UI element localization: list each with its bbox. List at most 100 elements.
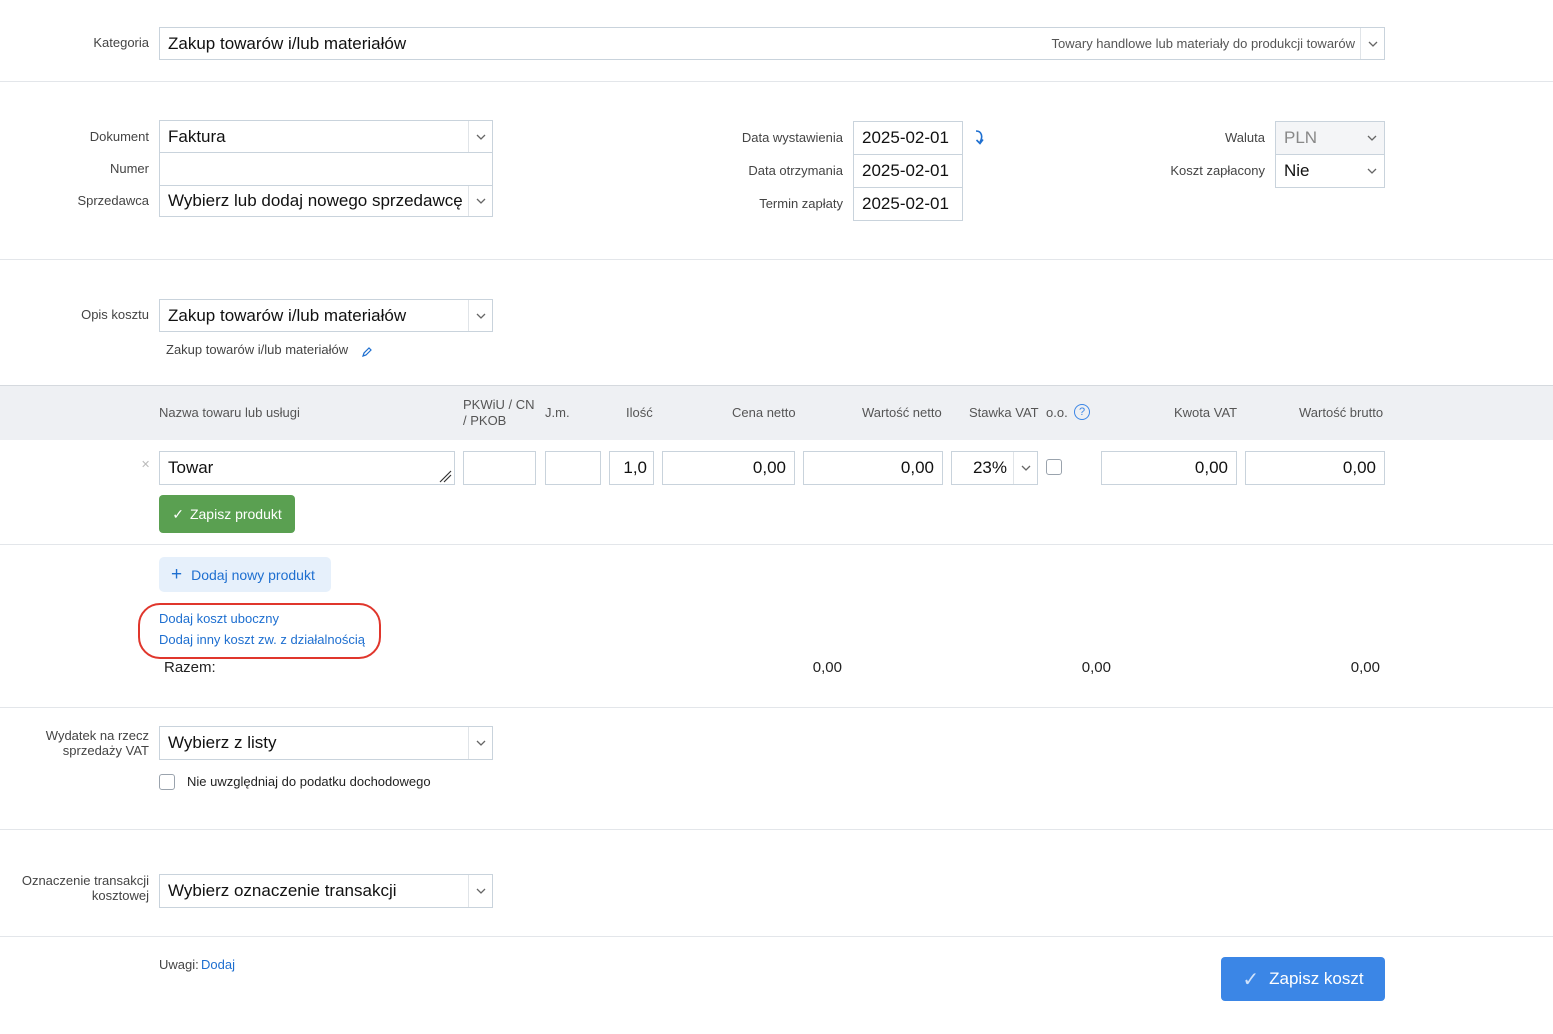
razem-vat: 0,00 (1081, 659, 1111, 676)
wartosc-brutto-input[interactable]: 0,00 (1245, 451, 1385, 485)
wartosc-netto-input[interactable]: 0,00 (803, 451, 943, 485)
col-kwota-vat: Kwota VAT (1174, 405, 1238, 420)
dochodowy-checkbox-label[interactable]: Nie uwzględniaj do podatku dochodowego (187, 774, 431, 789)
uwagi-label: Uwagi: (159, 957, 199, 972)
chevron-down-icon (1360, 122, 1384, 154)
sprzedawca-select[interactable]: Wybierz lub dodaj nowego sprzedawcę (159, 185, 493, 217)
chevron-down-icon (1360, 28, 1384, 59)
kategoria-label: Kategoria (93, 35, 149, 50)
plus-icon: + (171, 564, 183, 585)
ilosc-input[interactable]: 1,0 (609, 451, 654, 485)
wydatek-label-line1: Wydatek na rzecz (45, 728, 149, 743)
pkwiu-input[interactable] (463, 451, 536, 485)
add-product-label: Dodaj nowy produkt (191, 566, 315, 583)
col-jm: J.m. (545, 405, 570, 420)
wartosc-netto-value: 0,00 (900, 458, 934, 477)
kategoria-hint: Towary handlowe lub materiały do produkc… (1051, 36, 1355, 51)
col-wartosc-netto: Wartość netto (862, 405, 942, 420)
data-otrzymania-value: 2025-02-01 (862, 161, 949, 180)
opis-kosztu-value: Zakup towarów i/lub materiałów (168, 305, 407, 325)
save-cost-button[interactable]: ✓ Zapisz koszt (1221, 957, 1385, 1001)
oznaczenie-value: Wybierz oznaczenie transakcji (168, 881, 397, 900)
data-otrzymania-label: Data otrzymania (748, 163, 843, 178)
cena-netto-value: 0,00 (752, 458, 786, 477)
wydatek-select[interactable]: Wybierz z listy (159, 726, 493, 760)
oznaczenie-label-line1: Oznaczenie transakcji (21, 873, 149, 888)
data-otrzymania-input[interactable]: 2025-02-01 (853, 154, 963, 188)
copy-date-arrow-icon[interactable] (972, 129, 986, 147)
oznaczenie-select[interactable]: Wybierz oznaczenie transakcji (159, 874, 493, 908)
stawka-vat-select[interactable]: 23% (951, 451, 1038, 485)
chevron-down-icon (468, 727, 492, 759)
chevron-down-icon (468, 875, 492, 907)
product-name-value: Towar (168, 458, 214, 477)
col-pkwiu-line1: PKWiU / CN (463, 397, 535, 412)
cena-netto-input[interactable]: 0,00 (662, 451, 795, 485)
razem-netto: 0,00 (812, 659, 842, 676)
oznaczenie-label-line2: kosztowej (91, 888, 149, 903)
uwagi-add-link[interactable]: Dodaj (201, 957, 235, 972)
dokument-label: Dokument (89, 129, 149, 144)
edit-pencil-icon[interactable] (361, 345, 373, 357)
opis-kosztu-subtext: Zakup towarów i/lub materiałów (166, 342, 349, 357)
divider (0, 829, 1553, 830)
annotation-red-ellipse (138, 603, 381, 659)
termin-zaplaty-value: 2025-02-01 (862, 194, 949, 213)
dokument-value: Faktura (168, 126, 226, 146)
stawka-vat-value: 23% (972, 458, 1007, 477)
help-question-icon[interactable]: ? (1074, 404, 1090, 420)
dochodowy-checkbox[interactable] (159, 774, 175, 790)
opis-kosztu-label: Opis kosztu (81, 307, 149, 322)
dokument-select[interactable]: Faktura (159, 120, 493, 153)
wartosc-brutto-value: 0,00 (1342, 458, 1376, 477)
waluta-label: Waluta (1225, 130, 1265, 145)
col-stawka-vat: Stawka VAT (969, 405, 1039, 420)
col-oo: o.o. (1046, 405, 1068, 420)
col-ilosc: Ilość (626, 405, 653, 420)
checkmark-icon: ✓ (172, 505, 184, 522)
jm-input[interactable] (545, 451, 601, 485)
col-cena-netto: Cena netto (732, 405, 796, 420)
waluta-select[interactable]: PLN (1275, 121, 1385, 155)
termin-zaplaty-label: Termin zapłaty (759, 196, 843, 211)
col-nazwa: Nazwa towaru lub usługi (159, 405, 300, 420)
resize-handle-icon[interactable] (438, 468, 452, 483)
save-cost-label: Zapisz koszt (1269, 969, 1364, 988)
sprzedawca-label: Sprzedawca (77, 193, 149, 208)
ilosc-value: 1,0 (623, 458, 647, 477)
chevron-down-icon (1013, 452, 1037, 484)
divider (0, 81, 1553, 82)
chevron-down-icon (468, 300, 492, 331)
numer-label: Numer (109, 161, 149, 176)
data-wystawienia-label: Data wystawienia (741, 130, 843, 145)
sprzedawca-value: Wybierz lub dodaj nowego sprzedawcę (168, 191, 463, 210)
kwota-vat-value: 0,00 (1194, 458, 1228, 477)
divider (0, 707, 1553, 708)
oo-checkbox[interactable] (1046, 459, 1062, 475)
data-wystawienia-value: 2025-02-01 (862, 128, 949, 147)
col-pkwiu-line2: / PKOB (463, 413, 507, 428)
kategoria-select[interactable]: Zakup towarów i/lub materiałów Towary ha… (159, 27, 1385, 60)
save-product-label: Zapisz produkt (189, 506, 282, 522)
kwota-vat-input[interactable]: 0,00 (1101, 451, 1237, 485)
numer-input[interactable] (159, 152, 493, 186)
chevron-down-icon (1360, 155, 1384, 187)
waluta-value: PLN (1284, 128, 1318, 147)
add-product-button[interactable]: + Dodaj nowy produkt (159, 557, 331, 592)
data-wystawienia-input[interactable]: 2025-02-01 (853, 121, 963, 155)
razem-brutto: 0,00 (1350, 659, 1380, 676)
wydatek-label-line2: sprzedaży VAT (62, 743, 149, 758)
product-name-textarea[interactable]: Towar (159, 451, 455, 485)
chevron-down-icon (468, 186, 492, 216)
koszt-zaplacony-select[interactable]: Nie (1275, 154, 1385, 188)
remove-row-icon[interactable]: ✕ (141, 458, 150, 471)
chevron-down-icon (468, 121, 492, 152)
termin-zaplaty-input[interactable]: 2025-02-01 (853, 187, 963, 221)
razem-label: Razem: (164, 659, 216, 676)
wydatek-value: Wybierz z listy (168, 733, 277, 752)
save-product-button[interactable]: ✓ Zapisz produkt (159, 495, 295, 533)
koszt-zaplacony-label: Koszt zapłacony (1170, 163, 1265, 178)
opis-kosztu-select[interactable]: Zakup towarów i/lub materiałów (159, 299, 493, 332)
divider (0, 936, 1553, 937)
divider (0, 544, 1553, 545)
